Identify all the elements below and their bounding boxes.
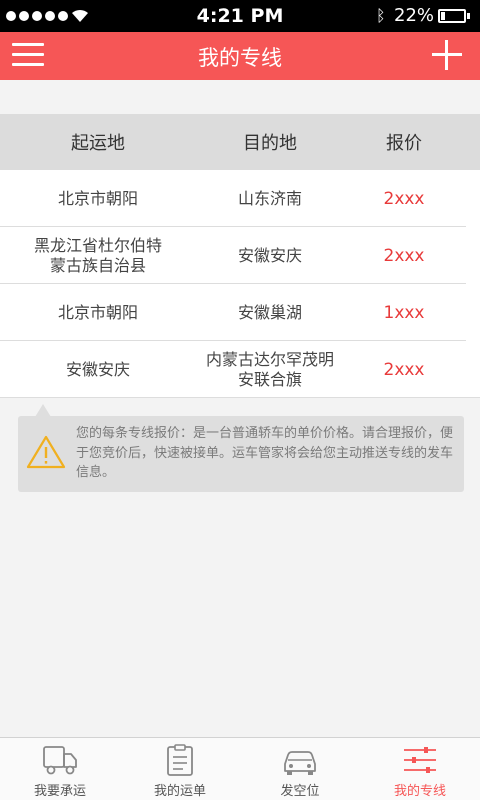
tab-carry[interactable]: 我要承运	[0, 738, 120, 800]
document-icon	[167, 744, 193, 776]
column-price: 报价	[386, 133, 422, 154]
price-cell: 2xxx	[383, 245, 425, 266]
tab-label: 我的运单	[153, 784, 206, 799]
origin-cell: 北京市朝阳	[57, 188, 138, 208]
tab-my-routes[interactable]: 我的专线	[360, 738, 480, 800]
sliders-icon	[404, 747, 436, 773]
route-list: 北京市朝阳 山东济南 2xxx 黑龙江省杜尔伯特 蒙古族自治县 安徽安庆 2xx…	[0, 170, 480, 398]
notice-box: 您的每条专线报价：是一台普通轿车的单价价格。请合理报价，便于您竞价后，快速被接单…	[18, 416, 464, 492]
table-header: 起运地 目的地 报价	[0, 114, 480, 170]
column-origin: 起运地	[71, 133, 125, 154]
truck-icon	[43, 746, 77, 775]
battery-percent: 22%	[394, 5, 435, 26]
tab-label: 发空位	[280, 784, 320, 799]
page-title: 我的专线	[198, 46, 282, 70]
destination-cell: 安徽安庆	[237, 245, 302, 265]
tab-label: 我的专线	[393, 784, 446, 799]
table-row[interactable]: 黑龙江省杜尔伯特 蒙古族自治县 安徽安庆 2xxx	[0, 227, 480, 284]
car-icon	[284, 751, 316, 775]
status-bar: 4:21 PM ᛒ 22%	[0, 0, 480, 32]
destination-cell: 山东济南	[237, 188, 302, 208]
warning-icon	[26, 435, 66, 469]
battery-tip	[467, 13, 470, 19]
column-destination: 目的地	[243, 133, 297, 154]
plus-icon[interactable]	[432, 40, 462, 70]
bluetooth-icon: ᛒ	[376, 6, 386, 25]
price-cell: 2xxx	[383, 188, 425, 209]
destination-cell: 内蒙古达尔罕茂明 安联合旗	[205, 349, 334, 389]
origin-cell: 安徽安庆	[65, 359, 130, 379]
notice-text: 您的每条专线报价：是一台普通轿车的单价价格。请合理报价，便于您竞价后，快速被接单…	[76, 426, 454, 480]
tab-post-vacancy[interactable]: 发空位	[240, 738, 360, 800]
table-row[interactable]: 北京市朝阳 安徽巢湖 1xxx	[0, 284, 480, 341]
origin-cell: 黑龙江省杜尔伯特 蒙古族自治县	[33, 235, 162, 275]
tab-bar: 我要承运 我的运单 发空位 我的专线	[0, 737, 480, 800]
destination-cell: 安徽巢湖	[237, 302, 302, 322]
table-row[interactable]: 北京市朝阳 山东济南 2xxx	[0, 170, 480, 227]
tab-orders[interactable]: 我的运单	[120, 738, 240, 800]
origin-cell: 北京市朝阳	[57, 302, 138, 322]
battery-icon	[438, 9, 466, 23]
tab-label: 我要承运	[33, 784, 86, 799]
price-cell: 1xxx	[383, 302, 425, 323]
price-cell: 2xxx	[383, 359, 425, 380]
nav-bar: 我的专线	[0, 32, 480, 80]
table-row[interactable]: 安徽安庆 内蒙古达尔罕茂明 安联合旗 2xxx	[0, 341, 480, 398]
